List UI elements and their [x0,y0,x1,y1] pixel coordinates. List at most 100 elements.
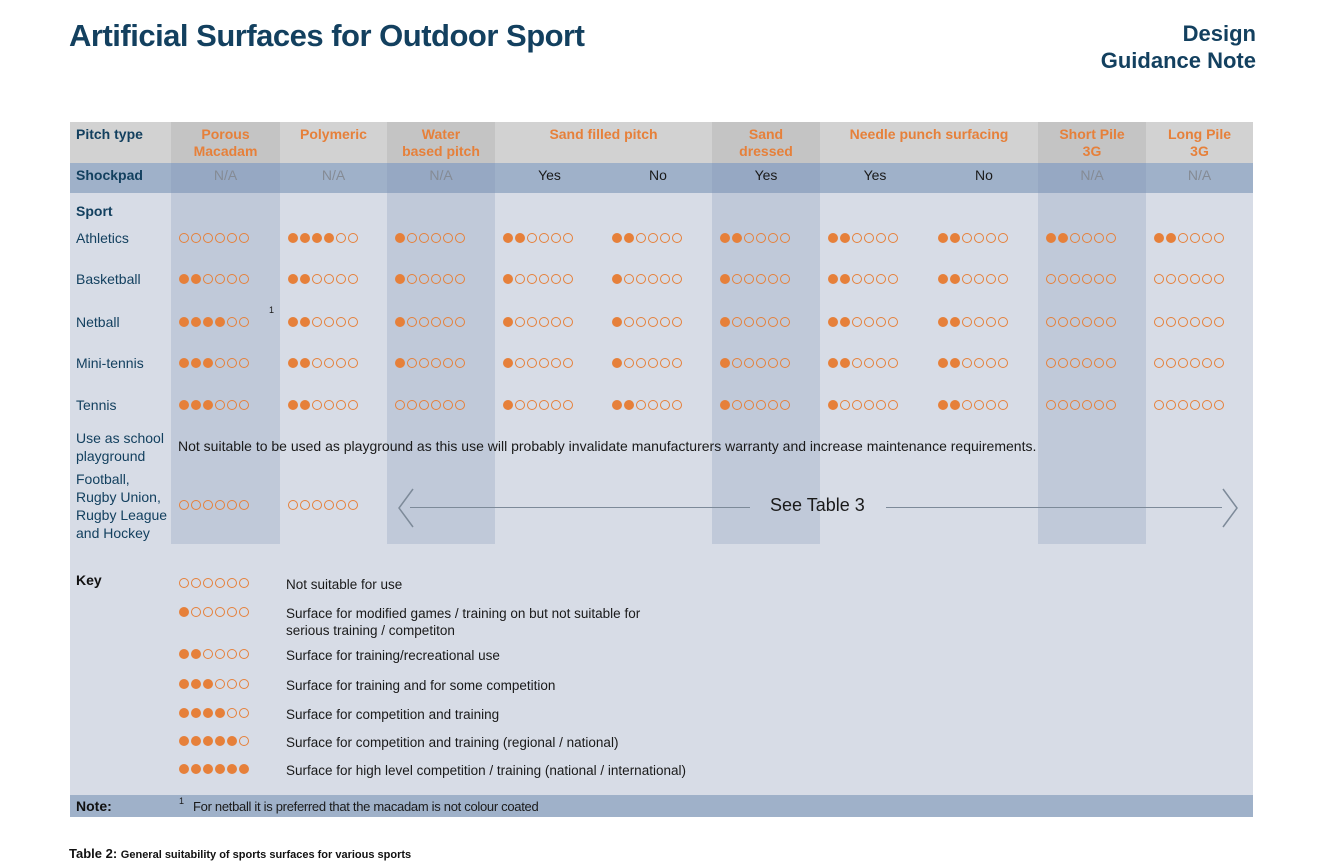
rating-dot [1202,358,1212,368]
rating-dot [551,233,561,243]
rating-dot [888,358,898,368]
rating-dot [215,679,225,689]
rating-dot [203,578,213,588]
rating-dots [828,358,898,368]
rating-dot [1106,358,1116,368]
rating-dot [768,274,778,284]
rating-dot [636,400,646,410]
rating-dot [1082,400,1092,410]
rating-dot [179,764,189,774]
rating-dot [527,317,537,327]
rating-dot [1094,400,1104,410]
rating-dot [203,400,213,410]
rating-dot [1070,317,1080,327]
rating-dot [1082,317,1092,327]
rating-dot [300,233,310,243]
sport-name-tennis: Tennis [76,397,117,413]
rating-dot [1106,400,1116,410]
rating-dot [1094,233,1104,243]
key-label: Key [76,572,102,588]
rating-dot [1046,400,1056,410]
rating-dot [179,708,189,718]
rating-dot [986,233,996,243]
rating-dot [551,400,561,410]
rating-dot [744,274,754,284]
rating-dot [215,708,225,718]
rating-dots [828,400,898,410]
rating-dot [840,317,850,327]
playground-label: Use as school playground [76,430,164,464]
rating-dot [888,400,898,410]
rating-dot [624,274,634,284]
rating-dot [840,358,850,368]
rating-dot [998,358,1008,368]
sport-name-athletics: Athletics [76,230,129,246]
arrow-right-icon [1222,488,1238,528]
rating-dot [720,317,730,327]
rating-dots [503,317,573,327]
rating-dot [227,358,237,368]
surface-header: Long Pile 3G [1168,126,1231,159]
rating-dot [1214,317,1224,327]
rating-dot [407,317,417,327]
rating-dot [539,233,549,243]
rating-dot [852,317,862,327]
rating-dots [938,274,1008,284]
arrow-line-left [410,507,750,508]
rating-dot [455,274,465,284]
rating-dot [744,358,754,368]
rating-dot [191,274,201,284]
rating-dot [1058,274,1068,284]
rating-dot [227,679,237,689]
rating-dot [336,274,346,284]
rating-dot [203,649,213,659]
rating-dots [612,233,682,243]
rating-dot [191,679,201,689]
rating-dot [503,274,513,284]
rating-dot [974,233,984,243]
rating-dot [938,317,948,327]
note-label: Note: [76,798,112,814]
key-description: Surface for competition and training [286,707,500,722]
rating-dot [191,500,201,510]
rating-dot [191,578,201,588]
rating-dot [348,317,358,327]
rating-dot [239,233,249,243]
rating-dot [950,317,960,327]
rating-dot [443,233,453,243]
rating-dot [239,578,249,588]
rating-dot [348,500,358,510]
rating-dots [720,233,790,243]
rating-dot [191,400,201,410]
rating-dot [503,233,513,243]
rating-dot [852,400,862,410]
rating-dots [938,317,1008,327]
rating-dot [431,233,441,243]
rating-dot [744,317,754,327]
rating-dot [612,233,622,243]
rating-dot [1190,400,1200,410]
rating-dot [563,358,573,368]
rating-dots [612,400,682,410]
rating-dot [1106,233,1116,243]
rating-dot [864,317,874,327]
rating-dots [612,358,682,368]
rating-dot [732,274,742,284]
rating-dot [324,274,334,284]
shockpad-value: Yes [538,167,561,183]
rating-dot [179,317,189,327]
rating-dot [203,736,213,746]
rating-dots [503,233,573,243]
rating-dot [348,274,358,284]
rating-dot [215,736,225,746]
rating-dot [780,400,790,410]
rating-dot [888,317,898,327]
rating-dot [1178,358,1188,368]
rating-dot [1106,317,1116,327]
rating-dot [227,578,237,588]
rating-dot [527,400,537,410]
rating-dot [962,233,972,243]
rating-dots [288,233,358,243]
rating-dot [179,649,189,659]
rating-dot [300,358,310,368]
